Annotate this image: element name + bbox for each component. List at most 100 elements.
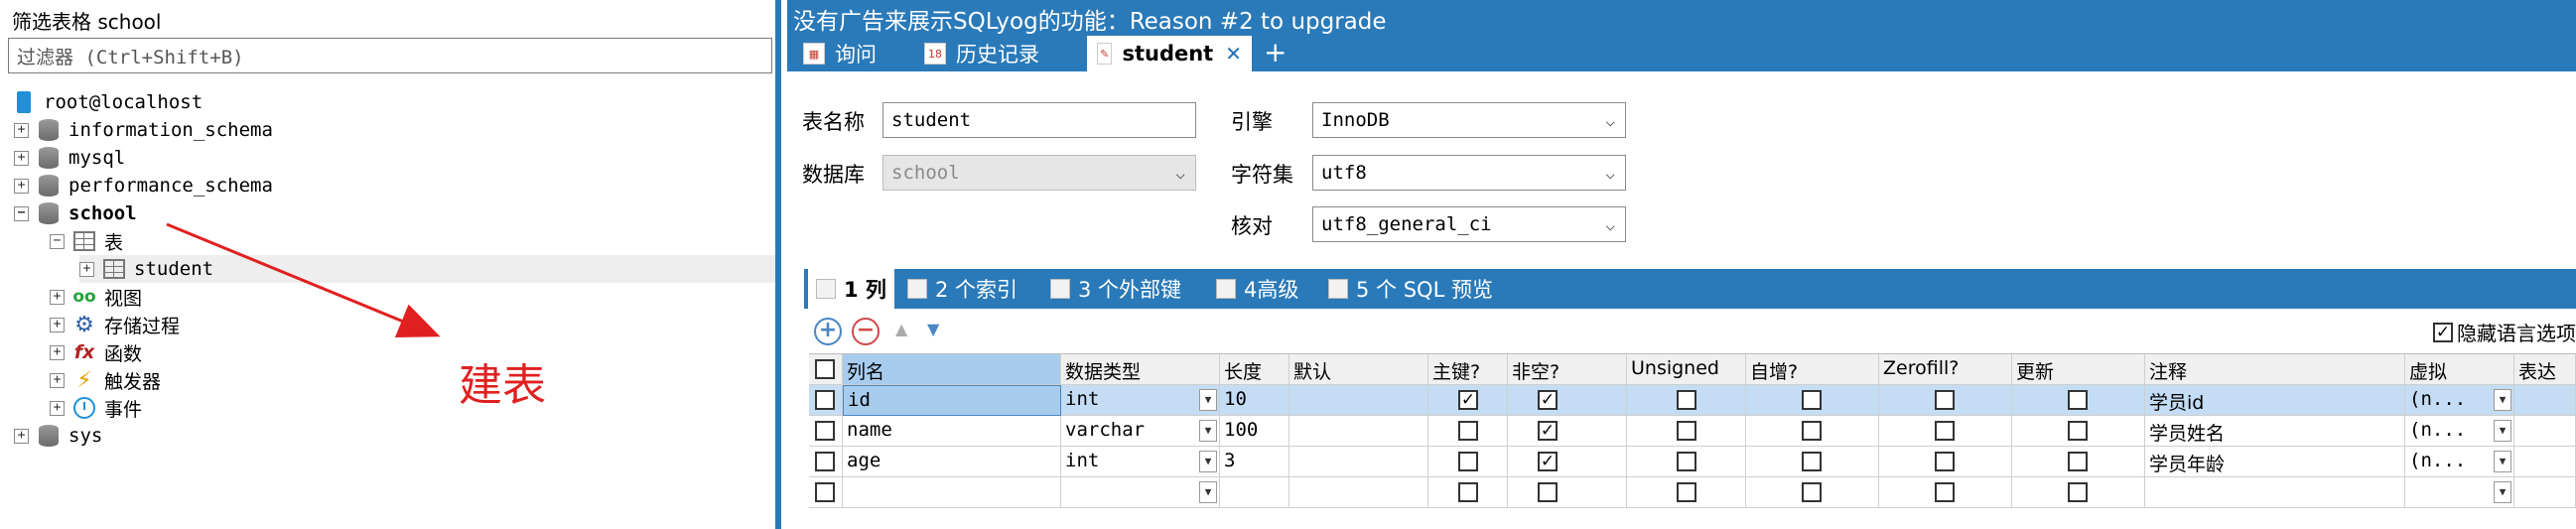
cell-default[interactable] xyxy=(1289,385,1428,416)
cell-zerofill[interactable] xyxy=(1879,385,2012,416)
hide-language-checkbox[interactable]: ✓ xyxy=(2433,322,2453,342)
header-select-cell[interactable] xyxy=(809,354,843,385)
cell-update[interactable] xyxy=(2012,477,2145,508)
not-null-checkbox[interactable]: ✓ xyxy=(1538,390,1558,410)
table-name-input[interactable]: student xyxy=(882,102,1196,138)
move-up-icon[interactable]: ▲ xyxy=(895,320,907,338)
chevron-down-icon[interactable]: ▼ xyxy=(2494,451,2511,472)
chevron-down-icon[interactable]: ▼ xyxy=(2494,389,2511,411)
unsigned-checkbox[interactable] xyxy=(1677,421,1696,441)
cell-comment[interactable]: 学员姓名 xyxy=(2145,416,2405,447)
tab-history[interactable]: 18 历史记录 xyxy=(914,36,1049,71)
cell-length[interactable] xyxy=(1220,477,1289,508)
cell-auto-increment[interactable] xyxy=(1746,416,1879,447)
not-null-checkbox[interactable]: ✓ xyxy=(1538,452,1558,471)
table-row[interactable]: ▼ ▼ xyxy=(809,477,2576,508)
cell-zerofill[interactable] xyxy=(1879,416,2012,447)
cell-update[interactable] xyxy=(2012,447,2145,477)
add-column-icon[interactable]: + xyxy=(814,318,842,345)
zerofill-checkbox[interactable] xyxy=(1935,421,1955,441)
unsigned-checkbox[interactable] xyxy=(1677,452,1696,471)
header-cell[interactable]: 非空? xyxy=(1508,354,1627,385)
auto-increment-checkbox[interactable] xyxy=(1802,452,1822,471)
cell-not-null[interactable]: ✓ xyxy=(1508,385,1627,416)
cell-not-null[interactable]: ✓ xyxy=(1508,447,1627,477)
cell-expression[interactable] xyxy=(2514,447,2576,477)
cell-primary-key[interactable]: ✓ xyxy=(1428,385,1508,416)
chevron-down-icon[interactable]: ▼ xyxy=(2494,481,2511,503)
table-row[interactable]: id int ▼ 10 ✓ ✓ 学员id (n... ▼ xyxy=(809,385,2576,416)
header-cell[interactable]: 长度 xyxy=(1220,354,1289,385)
cell-comment[interactable]: 学员年龄 xyxy=(2145,447,2405,477)
header-cell[interactable]: 列名 xyxy=(843,354,1061,385)
cell-data-type[interactable]: ▼ xyxy=(1061,477,1220,508)
subtab-columns[interactable]: 1 列 xyxy=(808,269,894,309)
cell-data-type[interactable]: varchar ▼ xyxy=(1061,416,1220,447)
zerofill-checkbox[interactable] xyxy=(1935,390,1955,410)
update-checkbox[interactable] xyxy=(2068,482,2088,502)
subtab-indexes[interactable]: 2 个索引 xyxy=(899,269,1025,309)
cell-unsigned[interactable] xyxy=(1627,385,1746,416)
cell-auto-increment[interactable] xyxy=(1746,447,1879,477)
move-down-icon[interactable]: ▼ xyxy=(927,320,939,338)
cell-column-name[interactable]: name xyxy=(843,416,1061,447)
cell-not-null[interactable] xyxy=(1508,477,1627,508)
cell-update[interactable] xyxy=(2012,416,2145,447)
cell-virtual[interactable]: ▼ xyxy=(2405,477,2514,508)
cell-comment[interactable]: 学员id xyxy=(2145,385,2405,416)
chevron-down-icon[interactable]: ▼ xyxy=(2494,420,2511,442)
cell-update[interactable] xyxy=(2012,385,2145,416)
row-select-cell[interactable] xyxy=(809,385,843,416)
cell-virtual[interactable]: (n... ▼ xyxy=(2405,385,2514,416)
select-all-checkbox[interactable] xyxy=(815,359,835,379)
primary-key-checkbox[interactable] xyxy=(1458,421,1478,441)
cell-default[interactable] xyxy=(1289,447,1428,477)
cell-zerofill[interactable] xyxy=(1879,477,2012,508)
subtab-sql-preview[interactable]: 5 个 SQL 预览 xyxy=(1320,269,1501,309)
zerofill-checkbox[interactable] xyxy=(1935,482,1955,502)
cell-column-name[interactable]: id xyxy=(843,385,1061,416)
cell-length[interactable]: 100 xyxy=(1220,416,1289,447)
cell-expression[interactable] xyxy=(2514,385,2576,416)
update-checkbox[interactable] xyxy=(2068,421,2088,441)
subtab-foreign-keys[interactable]: 3 个外部键 xyxy=(1042,269,1189,309)
chevron-down-icon[interactable]: ▼ xyxy=(1199,481,1217,503)
cell-default[interactable] xyxy=(1289,477,1428,508)
collation-select[interactable]: utf8_general_ci ⌵ xyxy=(1312,206,1626,242)
cell-unsigned[interactable] xyxy=(1627,447,1746,477)
header-cell[interactable]: 注释 xyxy=(2145,354,2405,385)
cell-zerofill[interactable] xyxy=(1879,447,2012,477)
tab-student[interactable]: ✎ student ✕ xyxy=(1087,36,1252,71)
cell-auto-increment[interactable] xyxy=(1746,477,1879,508)
chevron-down-icon[interactable]: ▼ xyxy=(1199,389,1217,411)
cell-primary-key[interactable] xyxy=(1428,447,1508,477)
header-cell[interactable]: 默认 xyxy=(1289,354,1428,385)
primary-key-checkbox[interactable] xyxy=(1458,452,1478,471)
table-row[interactable]: age int ▼ 3 ✓ 学员年龄 (n... ▼ xyxy=(809,447,2576,477)
cell-primary-key[interactable] xyxy=(1428,416,1508,447)
unsigned-checkbox[interactable] xyxy=(1677,390,1696,410)
auto-increment-checkbox[interactable] xyxy=(1802,482,1822,502)
primary-key-checkbox[interactable]: ✓ xyxy=(1458,390,1478,410)
charset-select[interactable]: utf8 ⌵ xyxy=(1312,155,1626,191)
cell-unsigned[interactable] xyxy=(1627,416,1746,447)
cell-auto-increment[interactable] xyxy=(1746,385,1879,416)
chevron-down-icon[interactable]: ▼ xyxy=(1199,451,1217,472)
cell-virtual[interactable]: (n... ▼ xyxy=(2405,447,2514,477)
header-cell[interactable]: 虚拟 xyxy=(2405,354,2514,385)
cell-expression[interactable] xyxy=(2514,416,2576,447)
cell-default[interactable] xyxy=(1289,416,1428,447)
header-cell[interactable]: 更新 xyxy=(2012,354,2145,385)
row-select-cell[interactable] xyxy=(809,416,843,447)
row-checkbox[interactable] xyxy=(815,482,835,502)
cell-column-name[interactable]: age xyxy=(843,447,1061,477)
remove-column-icon[interactable]: − xyxy=(852,318,880,345)
engine-select[interactable]: InnoDB ⌵ xyxy=(1312,102,1626,138)
close-icon[interactable]: ✕ xyxy=(1225,42,1242,66)
not-null-checkbox[interactable] xyxy=(1538,482,1558,502)
primary-key-checkbox[interactable] xyxy=(1458,482,1478,502)
row-checkbox[interactable] xyxy=(815,390,835,410)
row-checkbox[interactable] xyxy=(815,421,835,441)
cell-data-type[interactable]: int ▼ xyxy=(1061,385,1220,416)
auto-increment-checkbox[interactable] xyxy=(1802,421,1822,441)
